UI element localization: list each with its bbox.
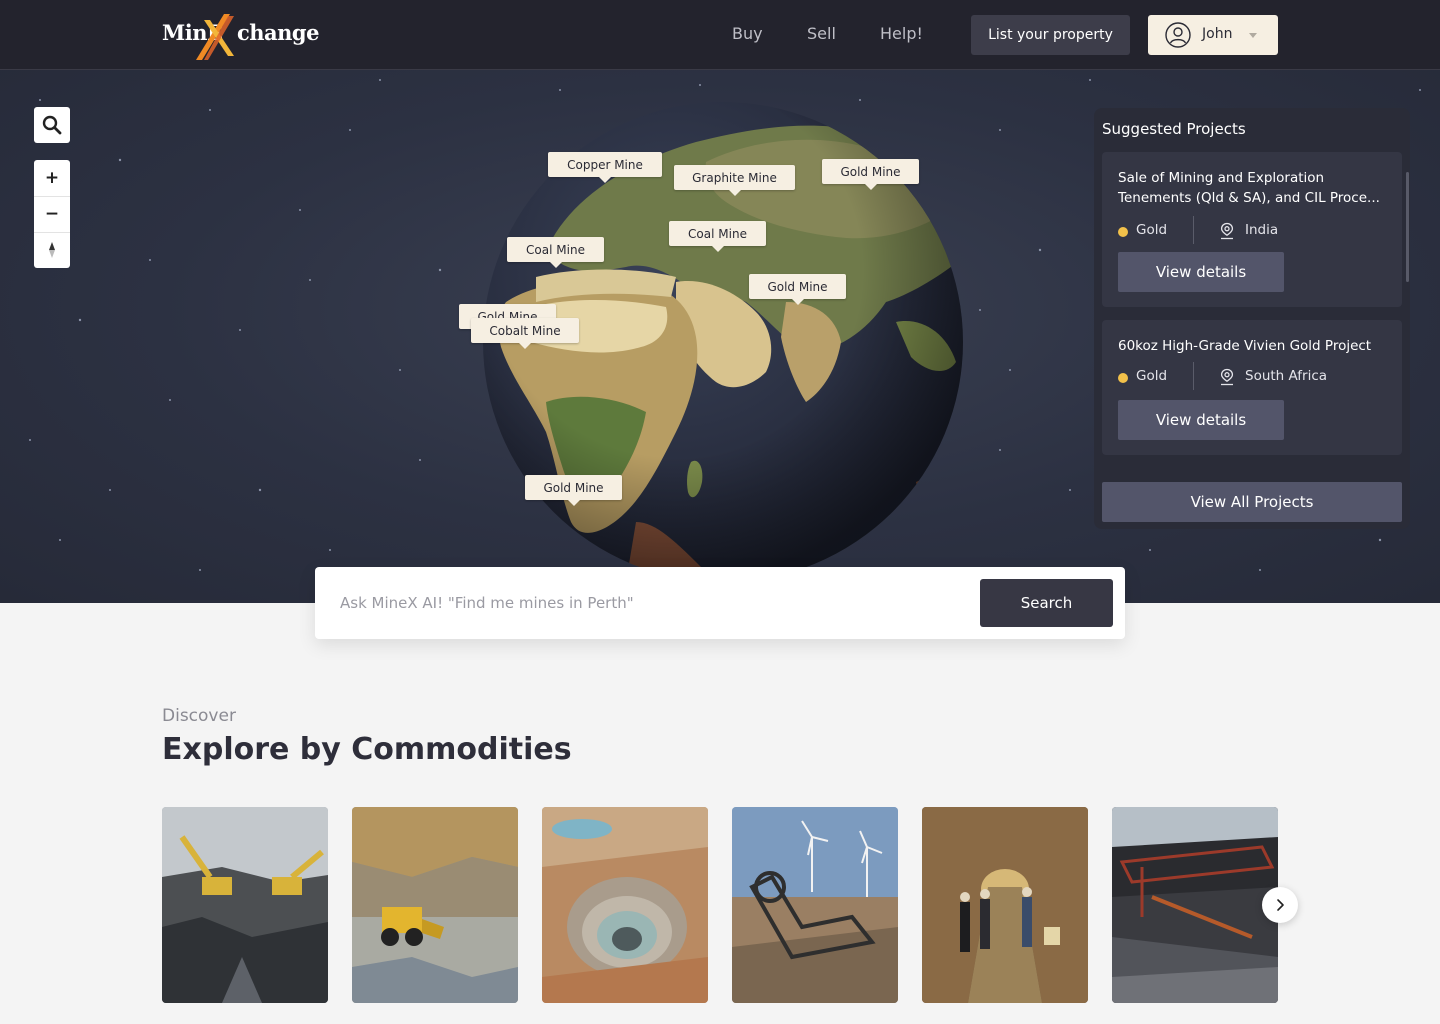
project-country: India [1245, 222, 1279, 238]
commodity-tile-coal-excavator-image[interactable] [1112, 807, 1278, 1003]
section-eyebrow: Discover [162, 706, 236, 726]
map-pin-coal-mine[interactable]: Coal Mine [669, 221, 766, 252]
project-title: 60koz High-Grade Vivien Gold Project [1118, 338, 1372, 354]
nav-sell[interactable]: Sell [807, 24, 836, 43]
map-pin-gold-mine[interactable]: Gold Mine [749, 274, 846, 305]
list-property-button[interactable]: List your property [971, 15, 1130, 55]
project-commodity: Gold [1136, 368, 1168, 384]
zoom-out-button[interactable]: − [34, 196, 70, 232]
location-pin-icon [1220, 222, 1234, 240]
project-title: Sale of Mining and Exploration Tenements… [1118, 170, 1380, 206]
search-icon[interactable] [34, 107, 70, 143]
user-name: John [1202, 26, 1233, 42]
excavators-quarry-image [162, 807, 328, 1003]
project-card[interactable]: 60koz High-Grade Vivien Gold Project Gol… [1102, 320, 1402, 455]
view-details-button[interactable]: View details [1118, 400, 1284, 440]
user-menu-button[interactable]: John [1148, 15, 1278, 55]
project-card[interactable]: Sale of Mining and Exploration Tenements… [1102, 152, 1402, 307]
bucket-wheel-wind-turbines-image [732, 807, 898, 1003]
user-avatar-icon [1165, 22, 1191, 48]
view-all-projects-button[interactable]: View All Projects [1102, 482, 1402, 522]
location-pin-icon [1220, 368, 1234, 386]
logo-text-change: change [237, 20, 319, 45]
panel-title: Suggested Projects [1102, 120, 1246, 138]
logo-x-mark [196, 14, 234, 60]
coal-excavator-image [1112, 807, 1278, 1003]
view-details-button[interactable]: View details [1118, 252, 1284, 292]
section-title: Explore by Commodities [162, 732, 572, 767]
commodity-dot-icon [1118, 227, 1128, 237]
compass-icon[interactable] [34, 232, 70, 268]
project-commodity: Gold [1136, 222, 1168, 238]
commodity-dot-icon [1118, 373, 1128, 383]
map-pin-copper-mine[interactable]: Copper Mine [548, 152, 662, 183]
globe-map-section: + − Copper Mine Graphite Mine Gold Mine … [0, 70, 1440, 603]
project-meta: Gold India [1118, 216, 1390, 244]
ai-search-input[interactable] [340, 589, 960, 617]
zoom-in-button[interactable]: + [34, 160, 70, 196]
commodity-tile-excavators-quarry-image[interactable] [162, 807, 328, 1003]
map-zoom-controls: + − [34, 160, 70, 268]
map-search-control[interactable] [34, 107, 70, 143]
map-pin-coal-mine[interactable]: Coal Mine [507, 237, 604, 268]
underground-tunnel-image [922, 807, 1088, 1003]
open-pit-aerial-image [542, 807, 708, 1003]
carousel-next-button[interactable] [1262, 887, 1298, 923]
chevron-right-icon [1277, 899, 1284, 911]
map-pin-graphite-mine[interactable]: Graphite Mine [674, 165, 795, 196]
meta-divider [1193, 216, 1194, 244]
map-pin-gold-mine[interactable]: Gold Mine [822, 159, 919, 190]
loader-quarry-image [352, 807, 518, 1003]
ai-search-bar: Search [315, 567, 1125, 639]
nav-buy[interactable]: Buy [732, 24, 763, 43]
panel-scrollbar[interactable] [1406, 172, 1409, 282]
commodity-tile-bucket-wheel-wind-turbines-image[interactable] [732, 807, 898, 1003]
nav-help[interactable]: Help! [880, 24, 923, 43]
commodity-tile-underground-tunnel-image[interactable] [922, 807, 1088, 1003]
minexchange-logo[interactable]: MinE change [162, 12, 319, 62]
map-pin-cobalt-mine[interactable]: Cobalt Mine [471, 318, 579, 349]
chevron-down-icon [1249, 33, 1257, 38]
suggested-projects-panel: Suggested Projects Sale of Mining and Ex… [1094, 108, 1410, 529]
commodity-tile-open-pit-aerial-image[interactable] [542, 807, 708, 1003]
meta-divider [1193, 362, 1194, 390]
top-nav-bar: MinE change Buy Sell Help! List your pro… [0, 0, 1440, 70]
map-pin-gold-mine[interactable]: Gold Mine [525, 475, 622, 506]
commodity-tile-loader-quarry-image[interactable] [352, 807, 518, 1003]
project-country: South Africa [1245, 368, 1328, 384]
project-meta: Gold South Africa [1118, 362, 1390, 390]
search-button[interactable]: Search [980, 579, 1113, 627]
